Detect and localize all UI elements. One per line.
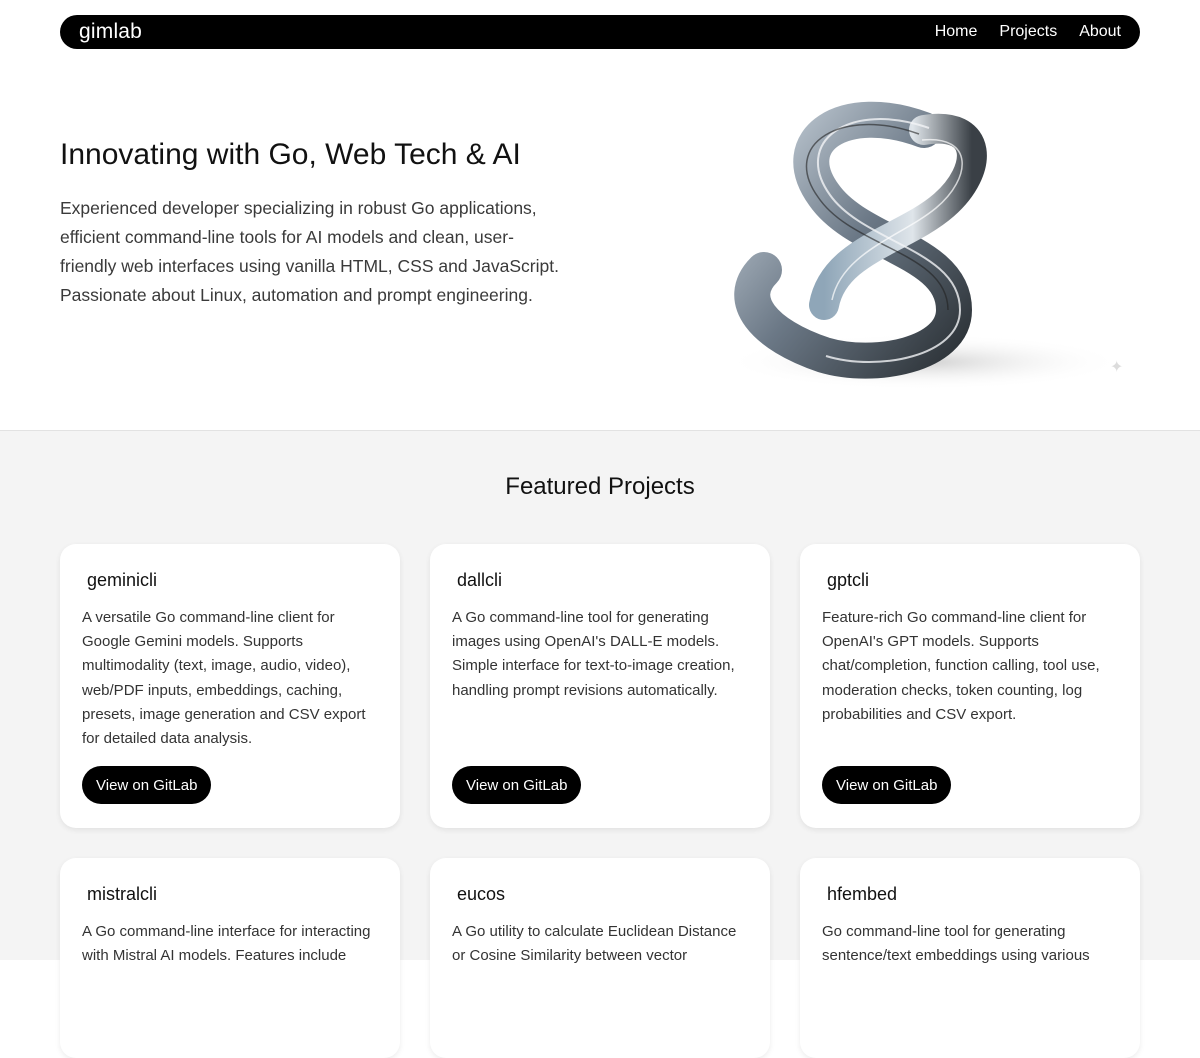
view-on-gitlab-button[interactable]: View on GitLab bbox=[452, 766, 582, 804]
project-description: A Go utility to calculate Euclidean Dist… bbox=[452, 923, 737, 965]
featured-projects-section: Featured Projects geminicli A versatile … bbox=[0, 431, 1200, 1058]
brand-logo-text[interactable]: gimlab bbox=[79, 20, 142, 44]
project-card-hfembed: hfembed Go command-line tool for generat… bbox=[800, 858, 1140, 1058]
project-description: A Go command-line tool for generating im… bbox=[452, 609, 735, 699]
project-title: hfembed bbox=[827, 884, 898, 904]
view-on-gitlab-button[interactable]: View on GitLab bbox=[822, 766, 952, 804]
project-description: A versatile Go command-line client for G… bbox=[82, 609, 366, 748]
project-card-dallcli: dallcli A Go command-line tool for gener… bbox=[430, 544, 770, 828]
project-card-geminicli: geminicli A versatile Go command-line cl… bbox=[60, 544, 400, 828]
project-title: geminicli bbox=[87, 570, 158, 590]
nav-link-home[interactable]: Home bbox=[935, 23, 978, 41]
top-navbar: gimlab Home Projects About bbox=[60, 15, 1140, 49]
hero-description: Experienced developer specializing in ro… bbox=[60, 198, 559, 305]
project-title: mistralcli bbox=[87, 884, 157, 904]
projects-heading: Featured Projects bbox=[505, 473, 695, 500]
svg-text:✦: ✦ bbox=[1110, 357, 1123, 376]
hero-infinity-sculpture-image: ✦ bbox=[724, 101, 1124, 390]
nav-link-about[interactable]: About bbox=[1079, 23, 1121, 41]
hero-section: Innovating with Go, Web Tech & AI Experi… bbox=[0, 60, 1200, 431]
project-title: gptcli bbox=[827, 570, 870, 590]
project-description: A Go command-line interface for interact… bbox=[82, 923, 371, 965]
hero-title: Innovating with Go, Web Tech & AI bbox=[60, 138, 521, 171]
nav-link-projects[interactable]: Projects bbox=[999, 23, 1057, 41]
project-title: dallcli bbox=[457, 570, 503, 590]
project-title: eucos bbox=[457, 884, 506, 904]
project-description: Feature-rich Go command-line client for … bbox=[822, 609, 1100, 723]
nav-links: Home Projects About bbox=[935, 23, 1121, 41]
project-description: Go command-line tool for generating sent… bbox=[822, 923, 1090, 965]
project-card-mistralcli: mistralcli A Go command-line interface f… bbox=[60, 858, 400, 1058]
project-card-gptcli: gptcli Feature-rich Go command-line clie… bbox=[800, 544, 1140, 828]
view-on-gitlab-button[interactable]: View on GitLab bbox=[82, 766, 212, 804]
project-card-eucos: eucos A Go utility to calculate Euclidea… bbox=[430, 858, 770, 1058]
